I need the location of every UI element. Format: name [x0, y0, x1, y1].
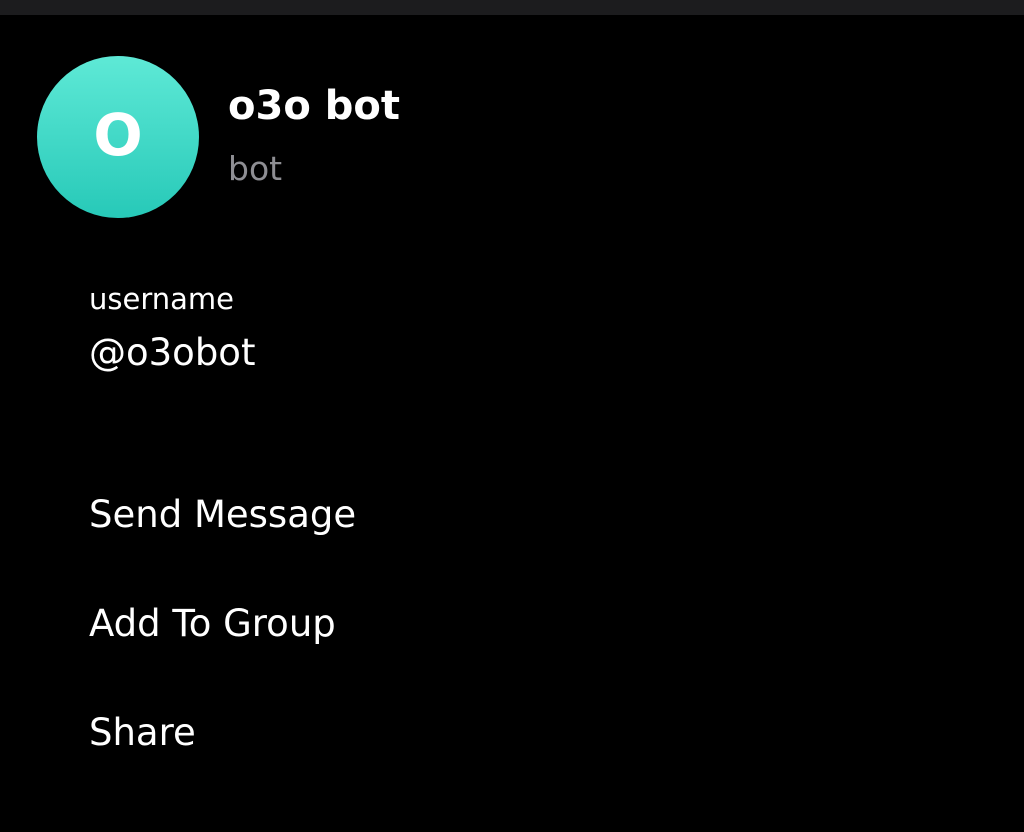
avatar: O: [37, 56, 199, 218]
username-info: username @o3obot: [89, 282, 255, 372]
add-to-group-button[interactable]: Add To Group: [89, 605, 989, 714]
profile-subtitle: bot: [228, 149, 283, 188]
top-strip: [0, 0, 1024, 15]
profile-header: O o3o bot bot: [37, 56, 937, 218]
actions-list: Send Message Add To Group Share: [89, 496, 989, 823]
username-value[interactable]: @o3obot: [89, 334, 255, 371]
profile-name: o3o bot: [228, 83, 400, 129]
send-message-button[interactable]: Send Message: [89, 496, 989, 605]
avatar-letter: O: [93, 101, 143, 169]
share-button[interactable]: Share: [89, 714, 989, 823]
username-label: username: [89, 282, 234, 316]
